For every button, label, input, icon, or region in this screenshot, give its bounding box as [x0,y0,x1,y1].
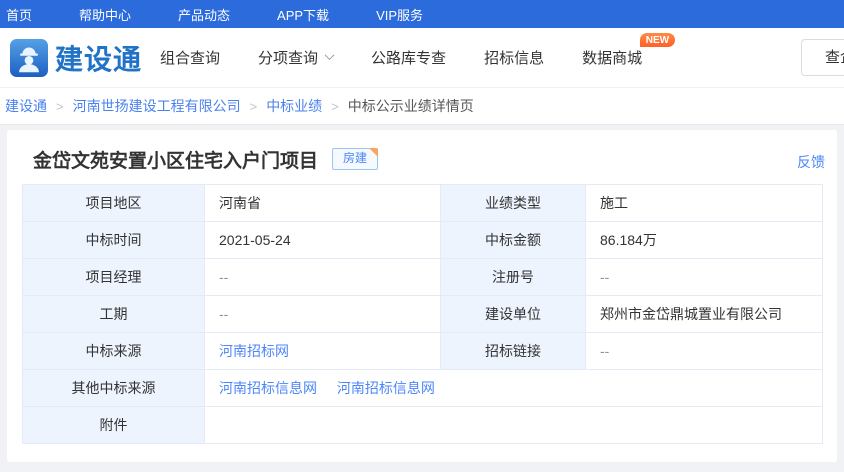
field-value: -- [205,259,441,296]
page-title: 金岱文苑安置小区住宅入户门项目 [33,146,318,173]
topbar-item-help[interactable]: 帮助中心 [79,5,131,24]
breadcrumb-current-page: 中标公示业绩详情页 [348,96,474,116]
field-value: 2021-05-24 [205,222,441,259]
field-value: 河南招标信息网 河南招标信息网 [205,370,823,407]
detail-card: 金岱文苑安置小区住宅入户门项目 房建 反馈 项目地区 河南省 业绩类型 施工 中… [7,130,837,462]
field-value: -- [586,333,823,370]
field-label: 中标金额 [441,222,586,259]
field-label: 工期 [23,296,205,333]
main-nav: 组合查询 分项查询 公路库专查 招标信息 数据商城 NEW [160,47,642,68]
field-value: 郑州市金岱鼎城置业有限公司 [586,296,823,333]
table-row: 中标时间 2021-05-24 中标金额 86.184万 [23,222,823,259]
table-row: 工期 -- 建设单位 郑州市金岱鼎城置业有限公司 [23,296,823,333]
breadcrumb-separator: > [331,99,339,114]
builder-logo-icon [10,39,48,77]
breadcrumb: 建设通 > 河南世扬建设工程有限公司 > 中标业绩 > 中标公示业绩详情页 [0,88,844,125]
field-value: 河南招标网 [205,333,441,370]
table-row: 项目经理 -- 注册号 -- [23,259,823,296]
field-label: 附件 [23,407,205,444]
field-value: -- [205,296,441,333]
new-badge: NEW [640,33,675,47]
nav-item-bid-info[interactable]: 招标信息 [484,47,544,68]
field-label: 项目经理 [23,259,205,296]
field-label: 其他中标来源 [23,370,205,407]
table-row: 项目地区 河南省 业绩类型 施工 [23,185,823,222]
nav-item-data-mall-label: 数据商城 [582,47,642,68]
topbar-item-app-download[interactable]: APP下载 [277,5,329,24]
table-row: 中标来源 河南招标网 招标链接 -- [23,333,823,370]
breadcrumb-company[interactable]: 河南世扬建设工程有限公司 [73,96,241,116]
breadcrumb-separator: > [56,99,64,114]
main-header: 建设通 组合查询 分项查询 公路库专查 招标信息 数据商城 NEW 查企 [0,28,844,88]
nav-item-combined-query[interactable]: 组合查询 [160,47,220,68]
breadcrumb-separator: > [250,99,258,114]
other-bid-source-link[interactable]: 河南招标信息网 [337,380,435,396]
topbar-item-vip-service[interactable]: VIP服务 [376,5,423,24]
table-row: 其他中标来源 河南招标信息网 河南招标信息网 [23,370,823,407]
field-label: 中标时间 [23,222,205,259]
bid-source-link[interactable]: 河南招标网 [219,343,289,359]
breadcrumb-win-bid-performance[interactable]: 中标业绩 [266,96,322,116]
field-label: 建设单位 [441,296,586,333]
logo-text: 建设通 [55,38,142,78]
top-utility-bar: 首页 帮助中心 产品动态 APP下载 VIP服务 [0,0,844,28]
field-value: 河南省 [205,185,441,222]
field-value: 施工 [586,185,823,222]
field-label: 注册号 [441,259,586,296]
nav-item-data-mall[interactable]: 数据商城 NEW [582,47,642,68]
field-value [205,407,823,444]
field-label: 项目地区 [23,185,205,222]
topbar-item-product-news[interactable]: 产品动态 [178,5,230,24]
table-row: 附件 [23,407,823,444]
page-background: 金岱文苑安置小区住宅入户门项目 房建 反馈 项目地区 河南省 业绩类型 施工 中… [0,125,844,472]
field-label: 业绩类型 [441,185,586,222]
nav-item-subitem-query-label: 分项查询 [258,47,318,68]
field-label: 中标来源 [23,333,205,370]
other-bid-source-link[interactable]: 河南招标信息网 [219,380,317,396]
topbar-item-home[interactable]: 首页 [6,5,32,24]
nav-item-highway-db-query[interactable]: 公路库专查 [371,47,446,68]
company-search-button[interactable]: 查企 [801,39,844,76]
title-row: 金岱文苑安置小区住宅入户门项目 房建 [22,147,822,171]
feedback-link[interactable]: 反馈 [797,152,825,172]
field-value: -- [586,259,823,296]
project-type-tag: 房建 [332,148,378,171]
nav-item-subitem-query[interactable]: 分项查询 [258,47,333,68]
logo[interactable]: 建设通 [10,38,142,78]
chevron-down-icon [325,50,335,60]
detail-table: 项目地区 河南省 业绩类型 施工 中标时间 2021-05-24 中标金额 86… [22,184,823,444]
field-label: 招标链接 [441,333,586,370]
breadcrumb-home[interactable]: 建设通 [5,96,47,116]
field-value: 86.184万 [586,222,823,259]
